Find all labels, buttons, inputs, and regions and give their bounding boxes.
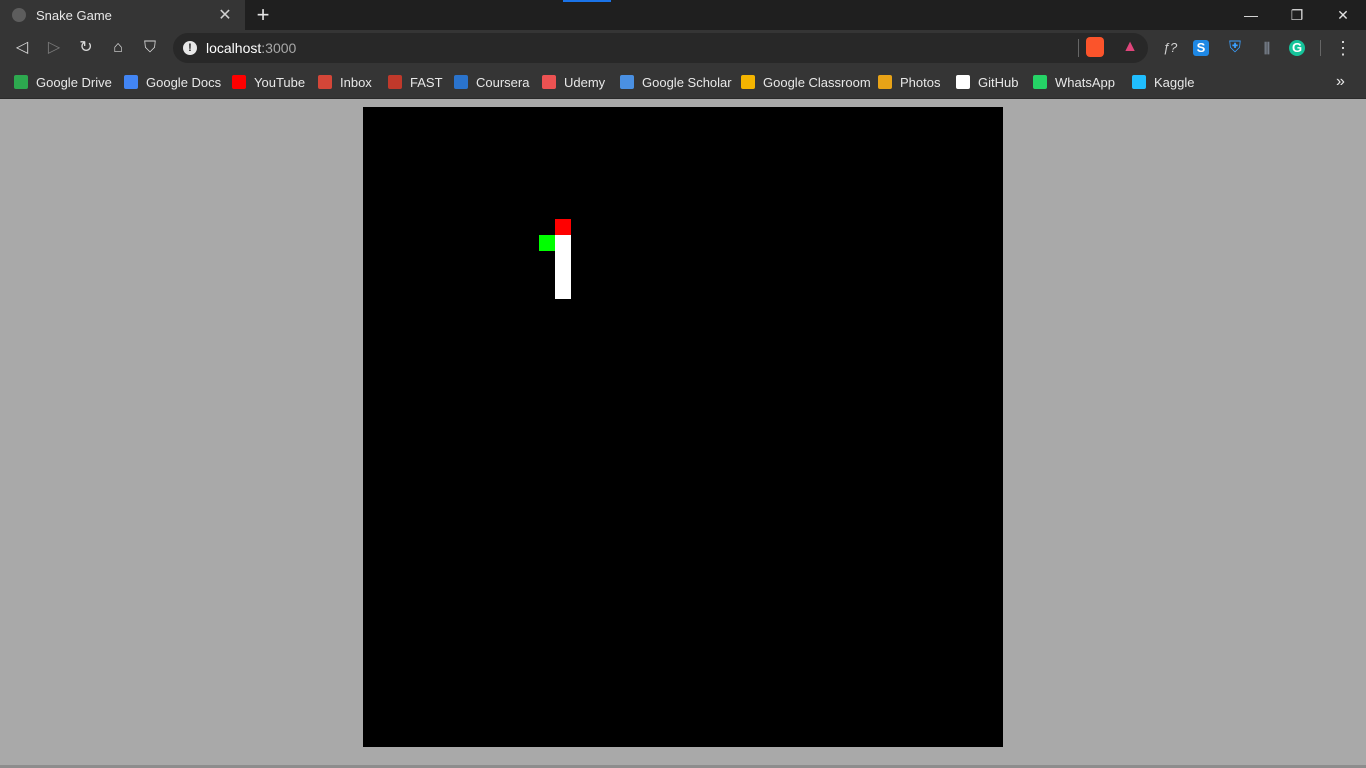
snake-game-board[interactable] xyxy=(363,107,1003,747)
url-text[interactable]: localhost:3000 xyxy=(206,40,296,56)
info-icon[interactable]: ! xyxy=(183,41,197,55)
s-extension-icon[interactable]: S xyxy=(1193,40,1209,56)
grammarly-icon[interactable]: G xyxy=(1289,40,1305,56)
bookmark-label: FAST xyxy=(410,74,443,90)
back-button[interactable]: ◁ xyxy=(10,36,34,60)
scholar-icon xyxy=(620,75,634,89)
close-tab-icon[interactable]: ✕ xyxy=(213,5,237,25)
bookmark-label: Google Docs xyxy=(146,74,222,90)
bookmark-classroom[interactable]: Google Classroom xyxy=(741,72,871,92)
toolbar-divider xyxy=(1320,40,1321,56)
bookmark-label: WhatsApp xyxy=(1055,74,1115,90)
youtube-icon xyxy=(232,75,246,89)
bookmark-label: YouTube xyxy=(254,74,306,90)
coursera-icon xyxy=(454,75,468,89)
close-window-button[interactable]: ✕ xyxy=(1320,0,1366,30)
udemy-icon xyxy=(542,75,556,89)
url-divider xyxy=(1078,39,1079,57)
bookmark-fast[interactable]: FAST xyxy=(388,72,443,92)
classroom-icon xyxy=(741,75,755,89)
bookmark-kaggle[interactable]: Kaggle xyxy=(1132,72,1194,92)
bookmark-docs[interactable]: Google Docs xyxy=(124,72,221,92)
bookmark-scholar[interactable]: Google Scholar xyxy=(620,72,732,92)
bars-extension-icon[interactable]: ⫼ xyxy=(1257,38,1277,58)
snake-body-segment xyxy=(555,267,571,283)
bookmark-coursera[interactable]: Coursera xyxy=(454,72,529,92)
photos-icon xyxy=(878,75,892,89)
drive-icon xyxy=(14,75,28,89)
bookmark-label: Udemy xyxy=(564,74,606,90)
bookmark-label: Google Drive xyxy=(36,74,112,90)
tab-strip-indicator xyxy=(563,0,611,2)
docs-icon xyxy=(124,75,138,89)
bookmark-github[interactable]: GitHub xyxy=(956,72,1018,92)
bookmark-gmail[interactable]: Inbox xyxy=(318,72,372,92)
brave-shield-icon[interactable] xyxy=(1086,37,1104,57)
bookmark-udemy[interactable]: Udemy xyxy=(542,72,605,92)
globe-icon xyxy=(12,8,26,22)
title-bar: Snake Game ✕ + — ❐ ✕ xyxy=(0,0,1366,30)
bookmark-label: Photos xyxy=(900,74,941,90)
restore-button[interactable]: ❐ xyxy=(1274,0,1320,30)
snake-head xyxy=(539,235,555,251)
bookmark-label: Inbox xyxy=(340,74,372,90)
minimize-button[interactable]: — xyxy=(1228,0,1274,30)
bookmarks-bar: » Google Drive Google Docs YouTube Inbox FAS… xyxy=(0,66,1366,99)
snake-body-segment xyxy=(555,251,571,267)
bookmark-whatsapp[interactable]: WhatsApp xyxy=(1033,72,1115,92)
new-tab-button[interactable]: + xyxy=(252,3,274,27)
forward-button[interactable]: ▷ xyxy=(42,36,66,60)
home-button[interactable]: ⌂ xyxy=(106,36,130,60)
shield-extension-icon[interactable]: ⛨ xyxy=(1225,38,1245,58)
bookmark-button[interactable]: ⛉ xyxy=(138,36,162,60)
bookmark-drive[interactable]: Google Drive xyxy=(14,72,112,92)
bookmark-photos[interactable]: Photos xyxy=(878,72,940,92)
menu-icon[interactable]: ⋮ xyxy=(1333,38,1353,58)
url-port: :3000 xyxy=(261,40,297,56)
tab-title: Snake Game xyxy=(36,7,112,23)
gmail-icon xyxy=(318,75,332,89)
food-cell xyxy=(555,219,571,235)
bookmarks-overflow-button[interactable]: » xyxy=(1336,72,1345,92)
bookmark-label: Google Classroom xyxy=(763,74,871,90)
url-host: localhost xyxy=(206,40,262,56)
formula-extension-icon[interactable]: ƒ? xyxy=(1160,38,1180,58)
bookmark-label: GitHub xyxy=(978,74,1019,90)
bookmark-youtube[interactable]: YouTube xyxy=(232,72,305,92)
snake-body-segment xyxy=(555,283,571,299)
kaggle-icon xyxy=(1132,75,1146,89)
rewards-triangle-icon[interactable]: ▲ xyxy=(1120,37,1140,57)
tab-snake-game[interactable]: Snake Game ✕ xyxy=(0,0,245,30)
bookmark-label: Google Scholar xyxy=(642,74,732,90)
bookmark-label: Coursera xyxy=(476,74,530,90)
github-icon xyxy=(956,75,970,89)
fast-icon xyxy=(388,75,402,89)
snake-body-segment xyxy=(555,235,571,251)
bookmark-label: Kaggle xyxy=(1154,74,1195,90)
reload-button[interactable]: ↻ xyxy=(74,36,98,60)
whatsapp-icon xyxy=(1033,75,1047,89)
browser-toolbar: ◁ ▷ ↻ ⌂ ⛉ ! localhost:3000 ▲ ƒ? S ⛨ ⫼ G … xyxy=(0,30,1366,66)
address-bar[interactable]: ! localhost:3000 ▲ xyxy=(173,33,1148,63)
